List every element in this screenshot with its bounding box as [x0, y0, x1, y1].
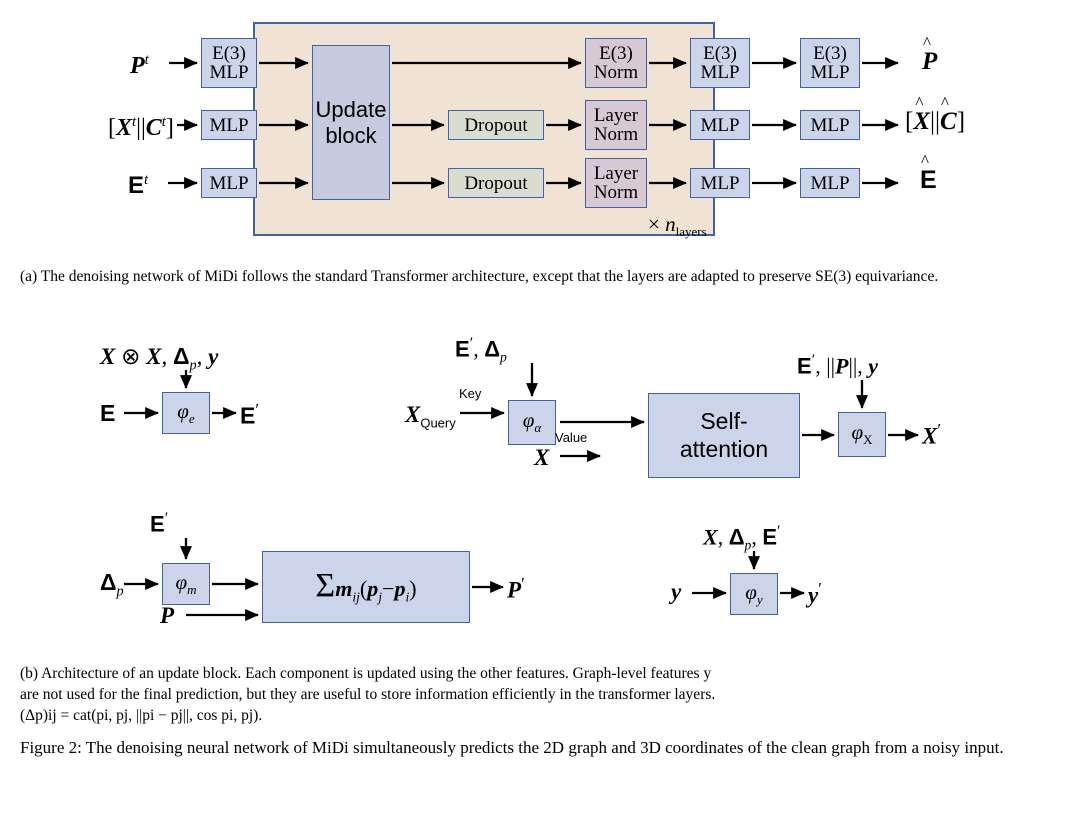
graph-update-top-inputs: X, Δp, E′	[703, 523, 781, 553]
mlp-edge-in-label: MLP	[209, 172, 249, 194]
position-update-left-input: Δp	[100, 569, 124, 600]
norm-node-box[interactable]: Layer Norm	[585, 100, 647, 150]
norm-pos-line2: Norm	[593, 62, 639, 83]
caption-panel-b-line2: are not used for the final prediction, b…	[20, 686, 716, 703]
output-edge-features-label: E ^	[920, 151, 937, 194]
mlp-pos-out-line1: E(3)	[813, 42, 847, 64]
node-update-value-input: X	[534, 445, 550, 470]
update-block-line2: block	[325, 122, 377, 148]
output-positions-label: P ^	[922, 33, 938, 75]
position-update-top-inputs: E′	[150, 510, 169, 537]
mlp-pos-mid-box[interactable]: E(3) MLP	[690, 38, 750, 88]
self-attention-line1: Self-	[700, 407, 748, 434]
phi-e-box[interactable]: φe	[162, 392, 210, 434]
phi-y-box[interactable]: φy	[730, 573, 778, 615]
figure-main-caption: Figure 2: The denoising neural network o…	[20, 738, 1004, 757]
edge-update-output: E′	[240, 400, 260, 429]
phi-m-box[interactable]: φm	[162, 563, 210, 605]
self-attention-box[interactable]: Self- attention	[648, 393, 800, 478]
position-update-output: P′	[507, 574, 525, 603]
mlp-edge-out-label: MLP	[810, 172, 850, 194]
mlp-pos-mid-line1: E(3)	[703, 42, 737, 64]
mlp-pos-mid-line2: MLP	[700, 62, 740, 83]
mlp-node-in-box[interactable]: MLP	[201, 110, 257, 140]
node-update-key-input: XQuery	[405, 402, 456, 431]
key-label: Key	[459, 386, 482, 401]
phi-x-box[interactable]: φX	[838, 412, 886, 457]
sum-formula-label: Σmij(pj−pi)	[315, 567, 417, 605]
edge-update-left-input: E	[100, 400, 116, 426]
mlp-pos-in-box[interactable]: E(3) MLP	[201, 38, 257, 88]
dropout-edge-box[interactable]: Dropout	[448, 168, 544, 198]
node-update-top-inputs: E′, Δp	[455, 335, 507, 365]
mlp-pos-in-line1: E(3)	[212, 42, 246, 64]
output-node-features-label: [X ^ ||C ^]	[905, 93, 966, 135]
repeat-layers-label: × nlayers	[648, 212, 707, 240]
graph-update-output: y′	[808, 579, 822, 608]
input-node-features-label: [Xt||Ct]	[108, 114, 174, 141]
edge-update-top-inputs: X ⊗ X, Δp, y	[100, 343, 219, 374]
mlp-edge-in-box[interactable]: MLP	[201, 168, 257, 198]
mlp-node-in-label: MLP	[209, 114, 249, 136]
dropout-edge-label: Dropout	[464, 172, 528, 194]
panel-a-architecture-diagram: Pt [Xt||Ct] Et E(3) MLP MLP MLP Update b…	[0, 0, 1080, 250]
input-edge-features-label: Et	[128, 172, 149, 199]
mlp-node-mid-label: MLP	[700, 114, 740, 136]
mlp-pos-out-box[interactable]: E(3) MLP	[800, 38, 860, 88]
norm-pos-line1: E(3)	[599, 42, 633, 64]
dropout-node-label: Dropout	[464, 114, 528, 136]
norm-edge-line1: Layer	[593, 162, 639, 184]
phi-alpha-box[interactable]: φα	[508, 400, 556, 445]
input-positions-label: Pt	[130, 52, 149, 79]
position-update-second-input: P	[160, 603, 175, 628]
mlp-edge-mid-box[interactable]: MLP	[690, 168, 750, 198]
mlp-pos-out-line2: MLP	[810, 62, 850, 83]
norm-edge-box[interactable]: Layer Norm	[585, 158, 647, 208]
panel-b-update-block-diagram: X ⊗ X, Δp, y E φe E′ E′, Δp Key XQuery φ…	[0, 330, 1080, 650]
mlp-edge-mid-label: MLP	[700, 172, 740, 194]
value-label: Value	[555, 430, 588, 445]
node-update-output: X′	[922, 420, 942, 449]
norm-node-line1: Layer	[593, 104, 639, 126]
phi-x-top-inputs: E′, ||P||, y	[797, 352, 879, 379]
figure-root: Pt [Xt||Ct] Et E(3) MLP MLP MLP Update b…	[0, 0, 1080, 821]
norm-node-line2: Norm	[593, 124, 639, 145]
update-block[interactable]: Update block	[312, 45, 390, 200]
mlp-edge-out-box[interactable]: MLP	[800, 168, 860, 198]
norm-edge-line2: Norm	[593, 182, 639, 203]
mlp-node-out-box[interactable]: MLP	[800, 110, 860, 140]
caption-panel-b-line1: (b) Architecture of an update block. Eac…	[20, 665, 712, 682]
mlp-node-out-label: MLP	[810, 114, 850, 136]
mlp-pos-in-line2: MLP	[209, 62, 249, 83]
graph-update-left-input: y	[671, 579, 682, 604]
self-attention-line2: attention	[679, 435, 769, 462]
caption-panel-a: (a) The denoising network of MiDi follow…	[20, 268, 939, 285]
update-block-line1: Update	[315, 97, 387, 123]
sum-formula-box[interactable]: Σmij(pj−pi)	[262, 551, 470, 623]
caption-panel-b-line3: (Δp)ij = cat(pi, pj, ||pi − pj||, cos pi…	[20, 707, 263, 724]
norm-pos-box[interactable]: E(3) Norm	[585, 38, 647, 88]
dropout-node-box[interactable]: Dropout	[448, 110, 544, 140]
mlp-node-mid-box[interactable]: MLP	[690, 110, 750, 140]
